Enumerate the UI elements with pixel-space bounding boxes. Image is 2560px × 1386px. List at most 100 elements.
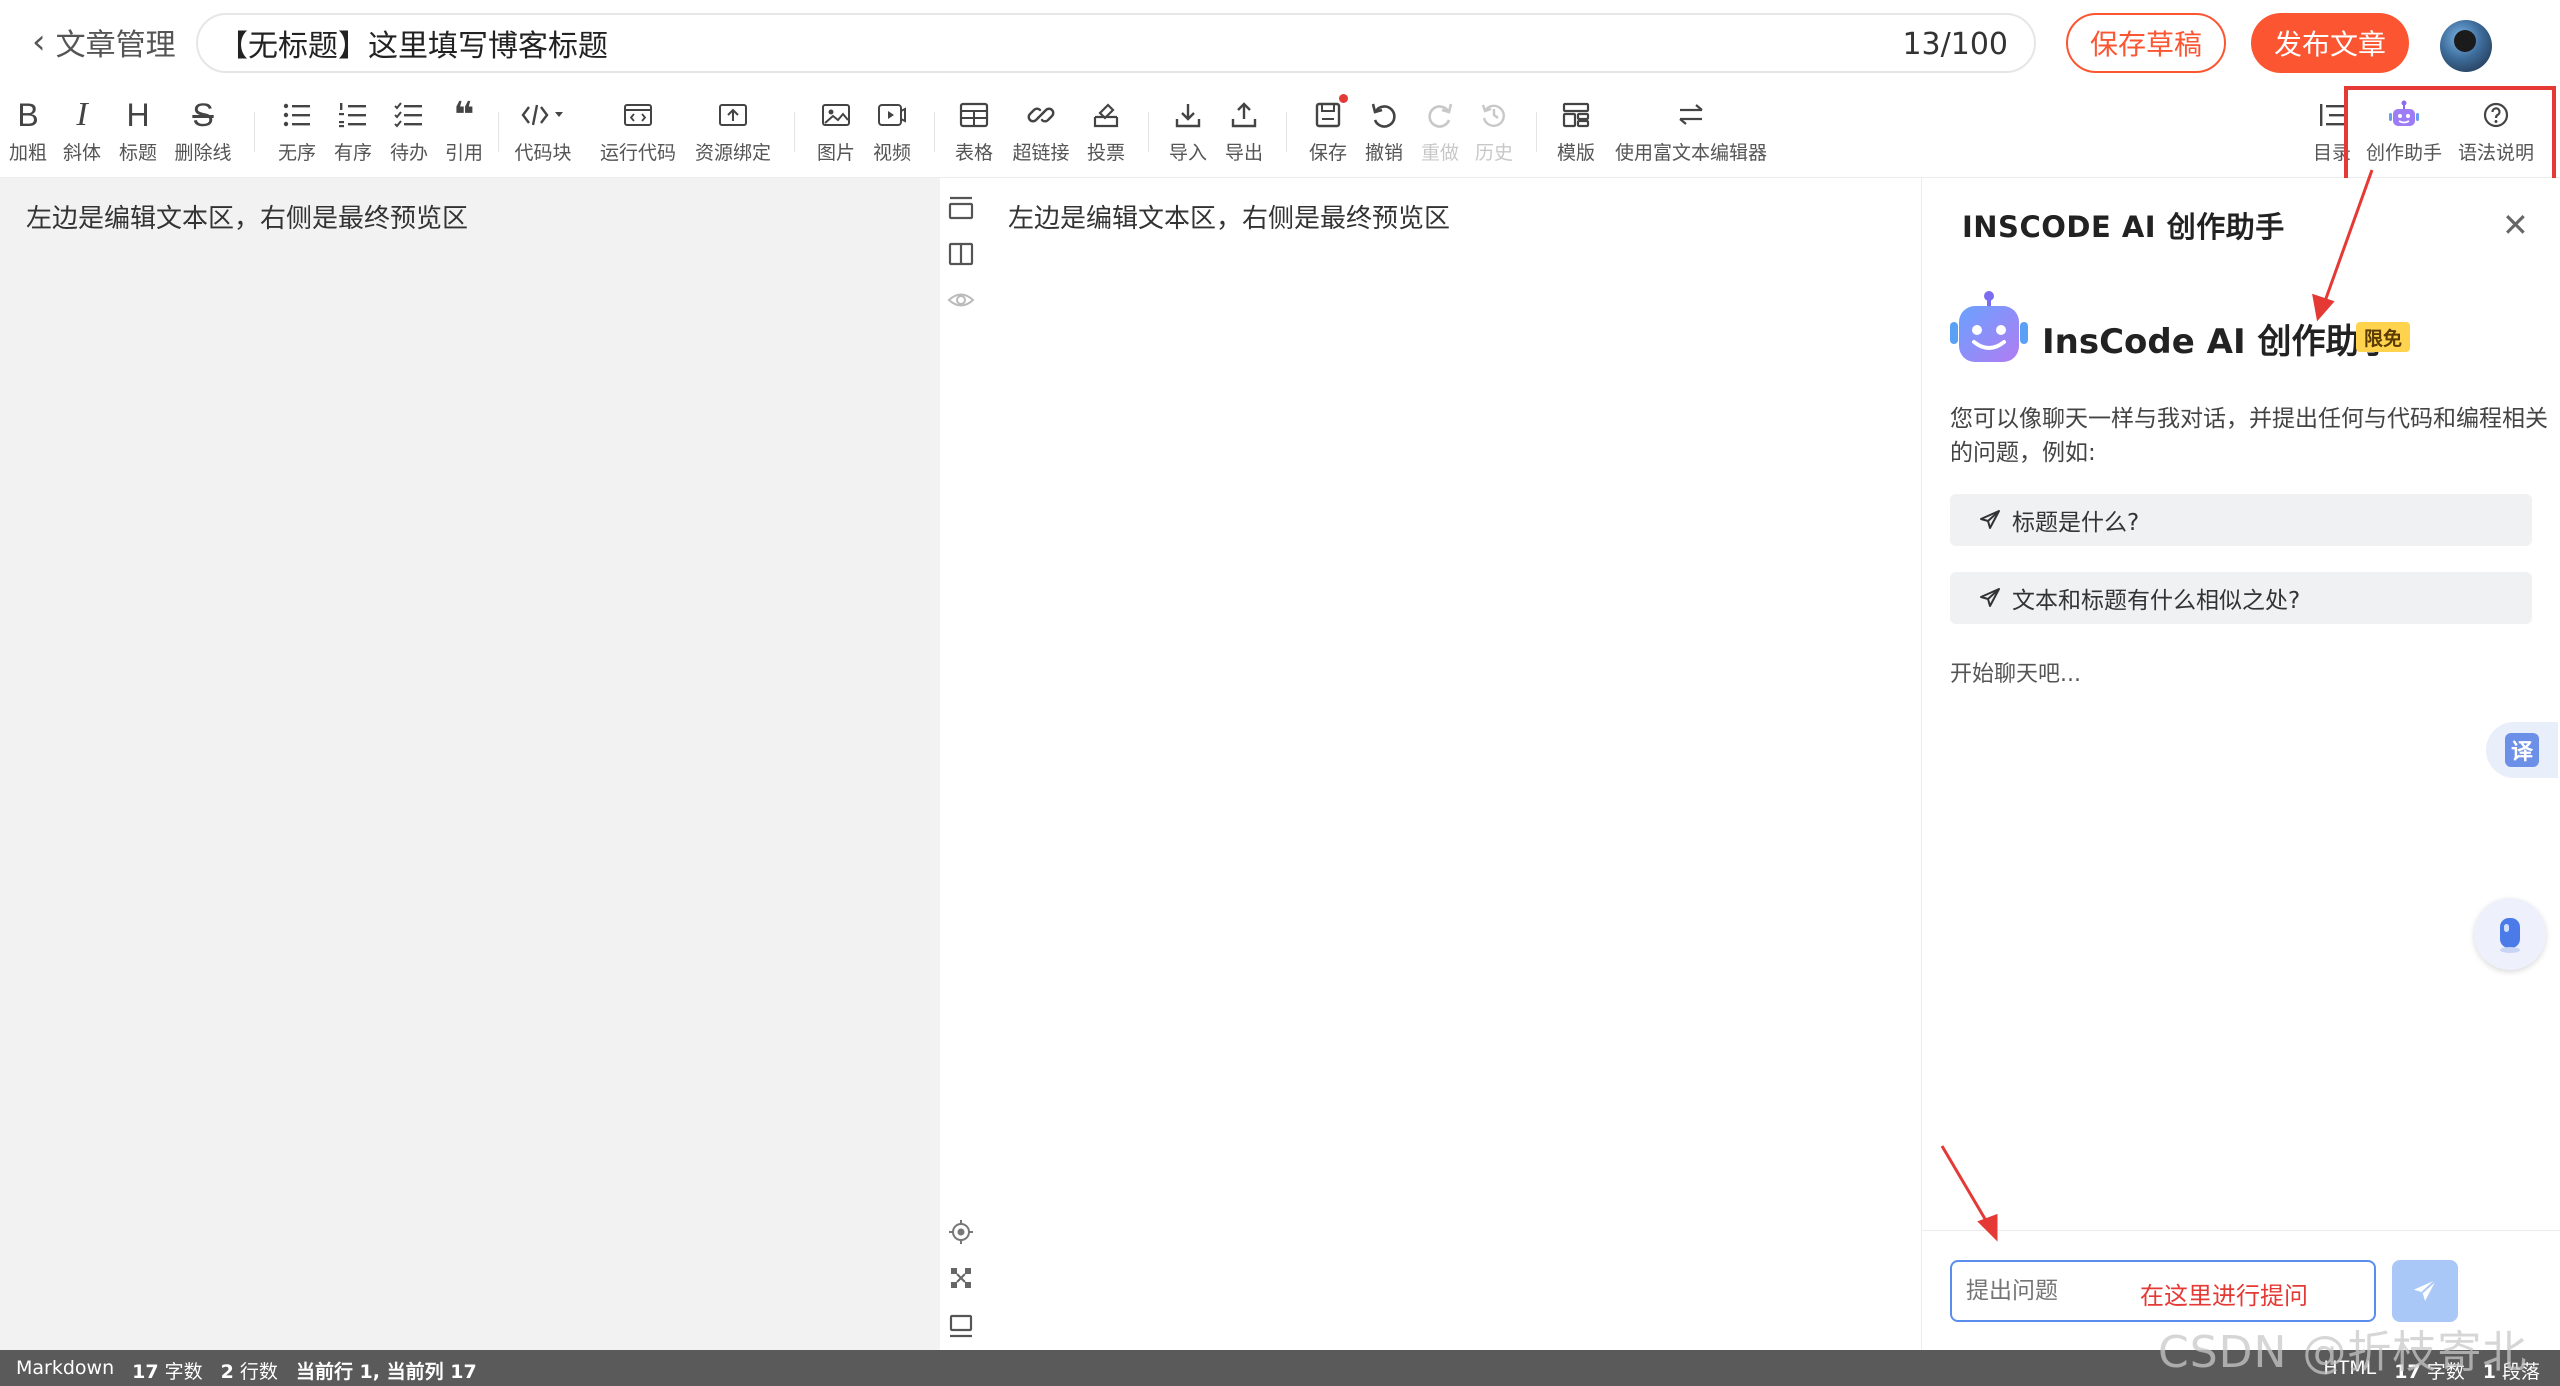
editor-content[interactable]: 左边是编辑文本区，右侧是最终预览区 [26,198,468,235]
view-mode-gutter [940,178,982,1350]
question-input-field[interactable]: 在这里进行提问 [1950,1260,2376,1322]
preview-area: 左边是编辑文本区，右侧是最终预览区 [982,178,1922,1350]
annotation-highlight-box [2344,86,2556,192]
vote-box-icon [1091,98,1121,132]
richtext-label: 使用富文本编辑器 [1614,142,1767,164]
toolbar-divider [1148,112,1149,152]
word-count-value: 17 [132,1361,159,1383]
ordered-list-button[interactable]: 有序 [330,98,376,168]
back-label: 文章管理 [55,28,176,63]
toolbar-divider [1286,112,1287,152]
paper-plane-icon [1978,508,2002,532]
editor-toolbar: B 加粗 I 斜体 H 标题 S 删除线 无序 有序 待办 ❝ 引用 代码块 运… [0,88,2560,178]
markdown-editor-area[interactable]: 左边是编辑文本区，右侧是最终预览区 [0,178,940,1350]
template-label: 模版 [1556,142,1595,164]
checklist-icon [394,98,424,132]
screen-icon[interactable] [947,1312,975,1340]
italic-button[interactable]: I 斜体 [62,96,102,168]
bold-button[interactable]: B 加粗 [8,96,48,168]
video-button[interactable]: 视频 [870,98,914,168]
suggestion-chip-1[interactable]: 标题是什么? [1950,494,2532,546]
italic-label: 斜体 [62,142,101,164]
back-to-article-management[interactable]: ‹ 文章管理 [32,20,176,64]
heading-icon: H [126,96,150,133]
upload-icon [1230,98,1258,132]
heading-button[interactable]: H 标题 [118,96,158,168]
start-chat-text: 开始聊天吧... [1950,662,2081,687]
title-input[interactable] [218,15,1818,71]
strikethrough-button[interactable]: S 删除线 [172,97,234,168]
code-icon [521,98,565,132]
suggestion-chip-2[interactable]: 文本和标题有什么相似之处? [1950,572,2532,624]
bold-label: 加粗 [8,142,47,164]
split-view-icon[interactable] [947,240,975,268]
close-icon[interactable]: ✕ [2502,206,2529,244]
quote-button[interactable]: ❝ 引用 [442,94,486,168]
fullscreen-icon[interactable] [947,1264,975,1292]
editor-only-icon[interactable] [947,194,975,222]
unordered-list-icon [282,98,312,132]
mascot-icon [2500,918,2520,953]
save-draft-button[interactable]: 保存草稿 [2066,13,2226,73]
line-count-unit: 行数 [239,1361,278,1383]
header-bar: ‹ 文章管理 13/100 保存草稿 发布文章 [0,0,2560,88]
import-button[interactable]: 导入 [1166,98,1210,168]
brand-name: InsCode AI 创作助手 [2042,322,2394,362]
codeblock-button[interactable]: 代码块 [510,98,576,168]
free-badge: 限免 [2356,322,2411,352]
question-input[interactable] [1966,1262,2166,1320]
title-field[interactable]: 13/100 [196,13,2036,73]
chevron-left-icon: ‹ [32,22,46,62]
suggestion-text-1: 标题是什么? [2012,510,2140,536]
todo-label: 待办 [389,142,428,164]
resource-binding-label: 资源绑定 [694,142,771,164]
unordered-list-button[interactable]: 无序 [274,98,320,168]
run-code-button[interactable]: 运行代码 [598,98,678,168]
floating-assistant-button[interactable] [2474,898,2546,970]
sync-scroll-target-icon[interactable] [947,1218,975,1246]
redo-label: 重做 [1420,142,1459,164]
quote-icon: ❝ [453,94,475,136]
export-button[interactable]: 导出 [1222,98,1266,168]
toc-icon [2317,98,2347,132]
toolbar-divider [794,112,795,152]
heading-label: 标题 [118,142,157,164]
undo-button[interactable]: 撤销 [1362,98,1406,168]
translate-button[interactable]: 译 [2486,722,2558,778]
todo-list-button[interactable]: 待办 [386,98,432,168]
strikethrough-label: 删除线 [174,142,232,164]
status-word-count: 17 字数 [132,1357,203,1384]
undo-label: 撤销 [1364,142,1403,164]
image-icon [821,98,851,132]
italic-icon: I [76,96,88,133]
bold-icon: B [17,96,39,133]
csdn-watermark: CSDN @折枝寄北 [2158,1327,2528,1378]
preview-eye-icon[interactable] [947,286,975,314]
title-char-count: 13/100 [1902,27,2008,62]
switch-arrows-icon [1676,98,1706,132]
run-code-icon [623,98,653,132]
panel-divider [1922,1230,2560,1231]
toolbar-divider [498,112,499,152]
image-button[interactable]: 图片 [814,98,858,168]
table-label: 表格 [954,142,993,164]
hyperlink-button[interactable]: 超链接 [1008,98,1074,168]
publish-article-button[interactable]: 发布文章 [2251,13,2409,73]
save-button[interactable]: 保存 [1306,94,1350,168]
annotation-ask-here: 在这里进行提问 [2140,1282,2308,1310]
word-count-unit: 字数 [164,1361,203,1383]
download-icon [1174,98,1202,132]
vote-button[interactable]: 投票 [1084,98,1128,168]
export-label: 导出 [1224,142,1263,164]
undo-icon [1370,98,1398,132]
redo-button[interactable]: 重做 [1418,98,1462,168]
richtext-editor-button[interactable]: 使用富文本编辑器 [1610,98,1772,168]
resource-binding-button[interactable]: 资源绑定 [692,98,774,168]
upload-box-icon [718,98,748,132]
history-button[interactable]: 历史 [1472,98,1516,168]
send-button[interactable] [2392,1260,2458,1322]
avatar[interactable] [2440,20,2492,72]
template-button[interactable]: 模版 [1554,98,1598,168]
link-icon [1027,98,1055,132]
table-button[interactable]: 表格 [952,98,996,168]
